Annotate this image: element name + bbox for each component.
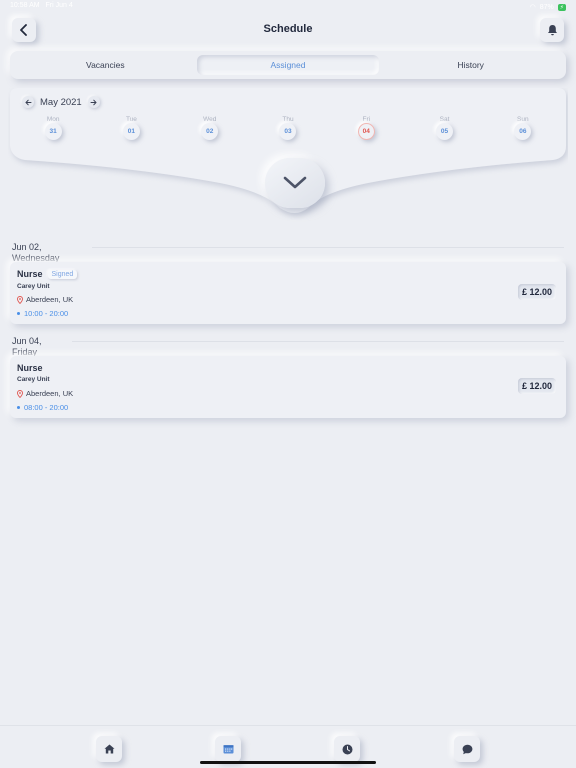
shift-unit: Carey Unit xyxy=(17,283,50,290)
month-label: May 2021 xyxy=(40,96,82,108)
week-days: Mon 31 Tue 01 Wed 02 Thu 03 Fri 04 Sat 0… xyxy=(14,116,562,140)
shift-unit: Carey Unit xyxy=(17,376,50,383)
status-date: Fri Jun 4 xyxy=(45,2,73,9)
divider xyxy=(92,247,564,248)
day-number: 01 xyxy=(122,123,140,140)
tab-schedule[interactable] xyxy=(215,736,241,762)
shift-location: Aberdeen, UK xyxy=(17,389,73,398)
shift-date: Jun 04, xyxy=(12,336,42,346)
chevron-down-icon xyxy=(283,176,307,189)
day-thu[interactable]: Thu 03 xyxy=(249,116,327,140)
time-dot-icon xyxy=(17,406,20,409)
shift-role-label: Nurse xyxy=(17,363,43,373)
shift-date-header: Jun 02, Wednesday xyxy=(12,242,59,264)
arrow-right-icon xyxy=(90,99,97,105)
tab-messages[interactable] xyxy=(454,736,480,762)
shift-role: Nurse Signed xyxy=(17,269,78,279)
arrow-left-icon xyxy=(24,99,31,105)
clock-icon xyxy=(342,744,352,754)
header: Schedule xyxy=(0,16,576,44)
day-sun[interactable]: Sun 06 xyxy=(484,116,562,140)
calendar-icon xyxy=(223,745,233,754)
battery-percent: 87% xyxy=(539,3,554,11)
day-mon[interactable]: Mon 31 xyxy=(14,116,92,140)
shift-date: Jun 02, xyxy=(12,242,42,252)
time-dot-icon xyxy=(17,312,20,315)
shift-role-label: Nurse xyxy=(17,269,43,279)
shift-time-label: 08:00 - 20:00 xyxy=(24,403,69,412)
status-bar: 10:58 AM Fri Jun 4 ◠ 87% ⚡ xyxy=(0,0,576,14)
shift-price: £ 12.00 xyxy=(517,378,556,394)
day-tue[interactable]: Tue 01 xyxy=(92,116,170,140)
schedule-tabs: Vacancies Assigned History xyxy=(10,51,566,79)
shift-price: £ 12.00 xyxy=(517,284,556,300)
month-navigator: May 2021 xyxy=(22,96,100,108)
wifi-icon: ◠ xyxy=(529,4,536,11)
day-number: 31 xyxy=(44,123,62,140)
shift-role: Nurse xyxy=(17,363,43,373)
previous-month-button[interactable] xyxy=(22,96,34,108)
tab-home[interactable] xyxy=(96,736,122,762)
tab-history[interactable]: History xyxy=(379,55,562,75)
bell-icon xyxy=(547,25,557,36)
shift-location-label: Aberdeen, UK xyxy=(26,295,74,304)
tab-timesheet[interactable] xyxy=(334,736,360,762)
shift-location: Aberdeen, UK xyxy=(17,295,73,304)
chat-icon xyxy=(462,744,472,754)
day-number-today: 04 xyxy=(357,123,375,140)
day-sat[interactable]: Sat 05 xyxy=(405,116,483,140)
page-title: Schedule xyxy=(263,23,313,35)
battery-icon: ⚡ xyxy=(557,3,566,11)
shift-card[interactable]: Nurse Carey Unit Aberdeen, UK 08:00 - 20… xyxy=(10,356,566,418)
status-badge: Signed xyxy=(47,269,78,279)
home-icon xyxy=(104,744,114,754)
divider xyxy=(72,341,564,342)
shift-time: 08:00 - 20:00 xyxy=(17,403,68,412)
shift-card[interactable]: Nurse Signed Carey Unit Aberdeen, UK 10:… xyxy=(10,262,566,324)
next-month-button[interactable] xyxy=(87,96,100,108)
home-indicator xyxy=(200,761,376,764)
bottom-tab-bar xyxy=(0,725,576,768)
shift-date-header: Jun 04, Friday xyxy=(12,336,42,358)
tab-vacancies[interactable]: Vacancies xyxy=(14,55,197,75)
location-pin-icon xyxy=(17,389,23,398)
day-number: 03 xyxy=(279,123,297,140)
day-number: 05 xyxy=(436,123,454,140)
day-fri[interactable]: Fri 04 xyxy=(327,116,405,140)
notifications-button[interactable] xyxy=(540,18,564,42)
shift-time: 10:00 - 20:00 xyxy=(17,309,68,318)
expand-calendar-button[interactable] xyxy=(265,158,325,208)
tab-assigned[interactable]: Assigned xyxy=(196,55,380,75)
shift-location-label: Aberdeen, UK xyxy=(26,389,74,398)
status-time: 10:58 AM xyxy=(10,2,40,9)
day-number: 02 xyxy=(201,123,219,140)
location-pin-icon xyxy=(17,295,23,304)
shift-time-label: 10:00 - 20:00 xyxy=(24,309,69,318)
day-wed[interactable]: Wed 02 xyxy=(171,116,249,140)
day-number: 06 xyxy=(514,123,532,140)
